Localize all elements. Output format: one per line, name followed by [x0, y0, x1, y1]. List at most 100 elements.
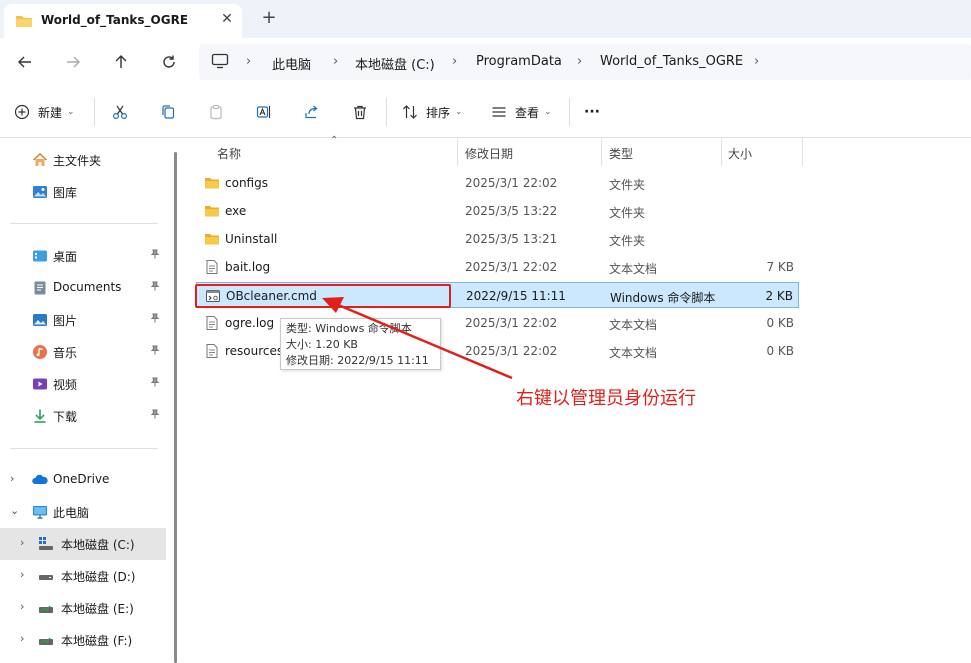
close-icon[interactable]: ✕ — [218, 10, 236, 28]
sort-button[interactable]: 排序 ⌄ — [402, 101, 463, 123]
breadcrumb-programdata[interactable]: ProgramData — [476, 54, 562, 69]
gallery-icon — [33, 186, 47, 198]
sidebar-item-gallery[interactable]: 图库 — [0, 177, 166, 207]
up-button[interactable] — [109, 50, 133, 74]
chevron-down-icon: ⌄ — [544, 107, 552, 117]
sidebar-item-drive-d[interactable]: › 本地磁盘 (D:) — [0, 561, 166, 591]
sidebar-item-documents[interactable]: Documents — [0, 273, 166, 303]
new-tab-button[interactable]: + — [258, 7, 280, 29]
column-header-label: 名称 — [217, 147, 242, 161]
refresh-icon — [163, 55, 175, 68]
column-header-size[interactable]: 大小 — [722, 138, 802, 166]
file-name: resources — [225, 344, 284, 358]
breadcrumb-drive-c[interactable]: 本地磁盘 (C:) — [355, 54, 435, 73]
desktop-icon — [33, 250, 47, 262]
more-options-button[interactable]: ··· — [584, 101, 600, 123]
address-bar[interactable]: › 此电脑 › 本地磁盘 (C:) › ProgramData › World_… — [199, 44, 971, 80]
file-date: 2025/3/5 13:22 — [465, 204, 558, 218]
breadcrumb-separator: › — [246, 54, 252, 69]
chevron-right-icon[interactable]: › — [20, 568, 24, 581]
file-name: configs — [225, 176, 268, 190]
sidebar-item-home[interactable]: 主文件夹 — [0, 145, 166, 175]
chevron-right-icon[interactable]: › — [20, 632, 24, 645]
chevron-right-icon[interactable]: › — [10, 472, 14, 485]
sidebar-item-label: 图库 — [53, 186, 78, 200]
file-date: 2022/9/15 11:11 — [466, 289, 566, 303]
sidebar-item-downloads[interactable]: 下载 — [0, 401, 166, 431]
sidebar-scrollbar[interactable] — [174, 152, 177, 663]
sidebar-item-label: 音乐 — [53, 346, 78, 360]
sort-button-label: 排序 — [426, 105, 451, 120]
sidebar-item-pictures[interactable]: 图片 — [0, 305, 166, 335]
pin-icon[interactable] — [150, 281, 160, 294]
file-size: 0 KB — [766, 316, 794, 330]
chevron-down-icon: ⌄ — [455, 107, 463, 117]
file-name: Uninstall — [225, 232, 278, 246]
paste-button[interactable] — [208, 101, 224, 123]
column-header-label: 类型 — [609, 147, 634, 161]
table-row[interactable]: Uninstall 2025/3/5 13:21 文件夹 — [196, 226, 799, 252]
refresh-button[interactable] — [157, 50, 181, 74]
chevron-down-icon[interactable]: ⌄ — [10, 504, 19, 517]
sidebar-item-label: 本地磁盘 (C:) — [61, 538, 135, 552]
cut-button[interactable] — [112, 101, 128, 123]
delete-button[interactable] — [352, 101, 368, 123]
sidebar-item-this-pc[interactable]: ⌄ 此电脑 — [0, 497, 166, 527]
command-bar: 新建 ⌄ 排序 ⌄ 查看 ⌄ ··· — [0, 86, 971, 138]
plus-circle-icon — [14, 104, 30, 120]
view-button[interactable]: 查看 ⌄ — [491, 101, 552, 123]
breadcrumb-separator: › — [333, 54, 339, 69]
share-button[interactable] — [304, 101, 320, 123]
file-date: 2025/3/5 13:21 — [465, 232, 558, 246]
new-button[interactable]: 新建 ⌄ — [14, 101, 75, 123]
pin-icon[interactable] — [150, 377, 160, 390]
pin-icon[interactable] — [150, 345, 160, 358]
sidebar-item-videos[interactable]: 视频 — [0, 369, 166, 399]
sidebar-item-drive-e[interactable]: › 本地磁盘 (E:) — [0, 593, 166, 623]
sidebar-divider — [10, 223, 158, 224]
file-type: Windows 命令脚本 — [610, 291, 716, 305]
table-row[interactable]: exe 2025/3/5 13:22 文件夹 — [196, 198, 799, 224]
sidebar-item-label: 本地磁盘 (D:) — [61, 570, 136, 584]
drive-icon — [39, 605, 53, 613]
chevron-right-icon[interactable]: › — [20, 536, 24, 549]
sidebar-item-drive-f[interactable]: › 本地磁盘 (F:) — [0, 625, 166, 655]
trash-icon — [354, 105, 366, 120]
copy-button[interactable] — [160, 101, 176, 123]
pictures-icon — [33, 314, 47, 326]
pin-icon[interactable] — [150, 409, 160, 422]
sidebar-item-drive-c[interactable]: › 本地磁盘 (C:) — [0, 528, 166, 560]
documents-icon — [34, 281, 46, 295]
sidebar-item-onedrive[interactable]: › OneDrive — [0, 465, 166, 495]
table-row[interactable]: bait.log 2025/3/1 22:02 文本文档 7 KB — [196, 254, 799, 280]
toolbar-divider — [386, 98, 387, 126]
column-header-date[interactable]: 修改日期 — [458, 138, 602, 166]
sidebar-divider — [10, 448, 158, 449]
tab-current[interactable]: World_of_Tanks_OGRE ✕ — [4, 4, 242, 38]
navigation-pane: 主文件夹 图库 桌面 Documents 图片 音乐 视频 下载 › OneDr… — [0, 138, 176, 663]
pin-icon[interactable] — [150, 313, 160, 326]
share-icon — [305, 105, 318, 119]
computer-icon — [211, 53, 229, 72]
table-row[interactable]: configs 2025/3/1 22:02 文件夹 — [196, 170, 799, 196]
column-header-label: 修改日期 — [465, 147, 514, 161]
tooltip-type: 类型: Windows 命令脚本 — [286, 322, 412, 335]
column-header-type[interactable]: 类型 — [602, 138, 722, 166]
back-button[interactable] — [13, 50, 37, 74]
breadcrumb-current-folder[interactable]: World_of_Tanks_OGRE — [600, 54, 743, 69]
pin-icon[interactable] — [150, 249, 160, 262]
sidebar-item-label: 本地磁盘 (F:) — [61, 634, 133, 648]
column-header-name[interactable]: 名称 — [196, 138, 458, 166]
file-size: 0 KB — [766, 344, 794, 358]
sidebar-item-desktop[interactable]: 桌面 — [0, 241, 166, 271]
tab-title: World_of_Tanks_OGRE — [41, 13, 189, 27]
forward-button[interactable] — [61, 50, 85, 74]
chevron-right-icon[interactable]: › — [20, 600, 24, 613]
arrow-right-icon — [67, 56, 80, 68]
rename-button[interactable] — [256, 101, 272, 123]
sidebar-item-label: 此电脑 — [53, 506, 90, 520]
breadcrumb-separator: › — [754, 54, 760, 69]
breadcrumb-this-pc[interactable]: 此电脑 — [272, 54, 311, 73]
sidebar-item-music[interactable]: 音乐 — [0, 337, 166, 367]
column-divider[interactable] — [802, 138, 803, 166]
